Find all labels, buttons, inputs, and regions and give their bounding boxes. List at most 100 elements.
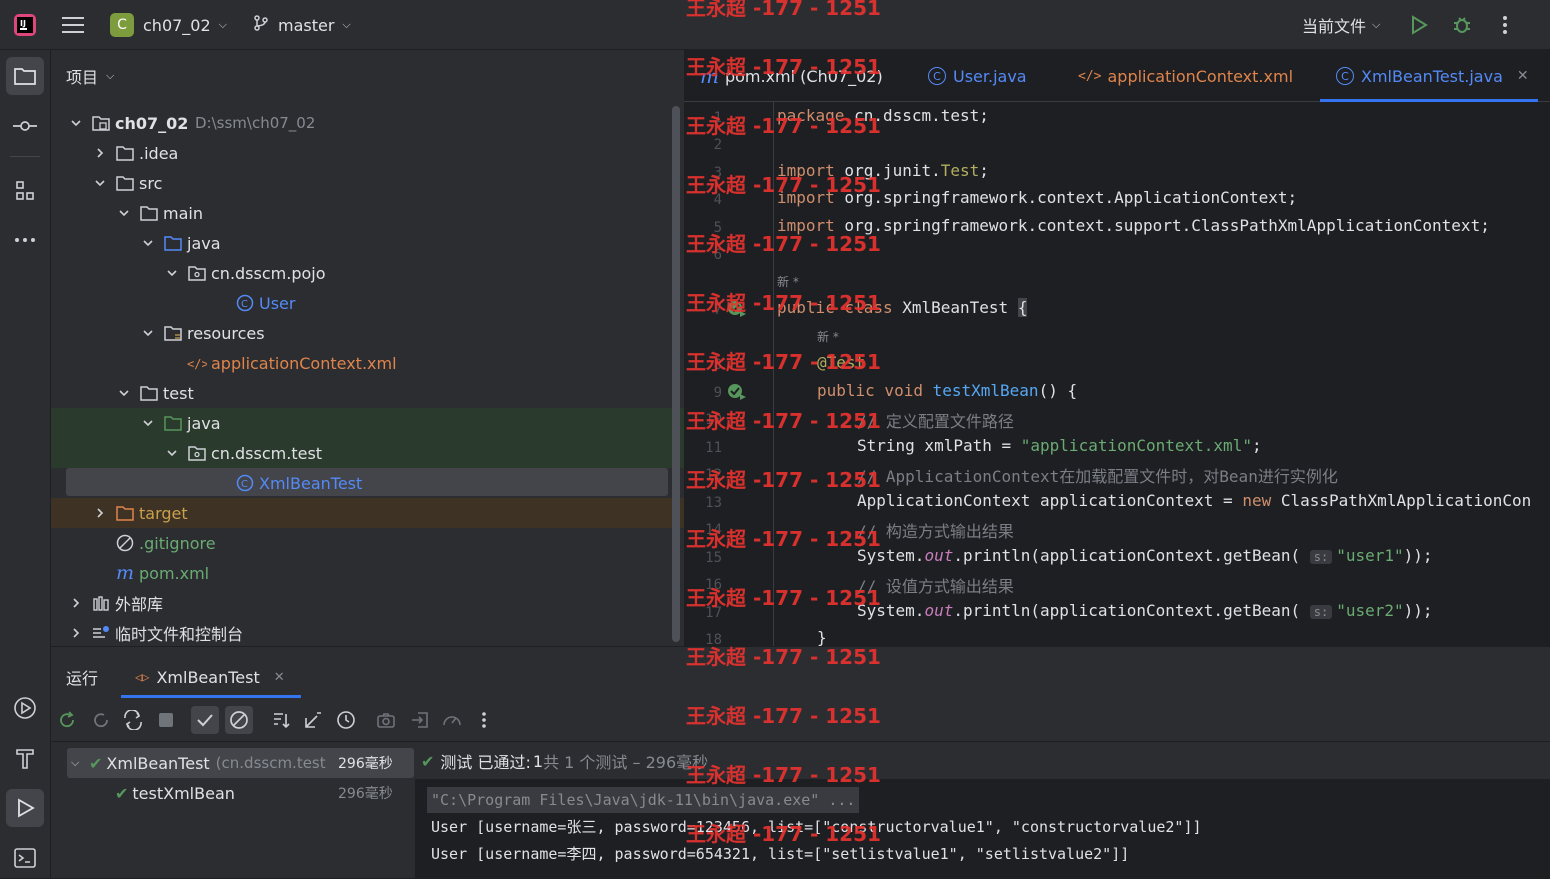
sort-icon[interactable]	[267, 706, 295, 734]
tree-item-applicationcontext-xml[interactable]: </> applicationContext.xml	[51, 348, 684, 378]
chevron-down-icon[interactable]	[69, 116, 83, 130]
project-tool-button[interactable]	[6, 57, 44, 95]
main-menu-icon[interactable]	[62, 0, 86, 50]
line-number[interactable]: 4	[690, 192, 722, 208]
toggle-auto-test-icon[interactable]	[119, 706, 147, 734]
tree-item-java[interactable]: java	[51, 408, 684, 438]
line-number[interactable]: 13	[690, 495, 722, 511]
author-hint[interactable]: 新 *	[777, 273, 799, 290]
tree-item-[interactable]: 临时文件和控制台	[51, 618, 684, 648]
code-line-13[interactable]: ApplicationContext applicationContext = …	[857, 491, 1531, 510]
test-row-testxmlbean[interactable]: ✔ testXmlBean 296毫秒	[115, 778, 414, 808]
close-icon[interactable]: ✕	[274, 670, 285, 685]
services-tool-button[interactable]	[6, 689, 44, 727]
tree-item-cn-dsscm-test[interactable]: cn.dsscm.test	[51, 438, 684, 468]
collapse-icon[interactable]	[299, 706, 327, 734]
tab-xmlbeantest-java[interactable]: C XmlBeanTest.java ✕	[1336, 50, 1529, 102]
code-line-1[interactable]: package cn.dsscm.test;	[777, 106, 989, 125]
code-line-17[interactable]: System.out.println(applicationContext.ge…	[857, 601, 1433, 620]
project-selector[interactable]: C ch07_02 ⌵	[110, 0, 227, 50]
run-icon[interactable]	[1408, 0, 1430, 50]
commit-tool-button[interactable]	[6, 107, 44, 145]
code-line-10[interactable]: // 定义配置文件路径	[857, 408, 1014, 432]
line-number[interactable]: 6	[690, 247, 722, 263]
code-line-8[interactable]: @Test	[817, 353, 865, 372]
run-test-class-icon[interactable]	[727, 300, 747, 322]
tree-item-target[interactable]: target	[51, 498, 684, 528]
stop-icon[interactable]	[152, 706, 180, 734]
line-number[interactable]: 9	[690, 385, 722, 401]
line-number[interactable]: 1	[690, 110, 722, 126]
line-number[interactable]: 18	[690, 632, 722, 646]
line-number[interactable]: 3	[690, 165, 722, 181]
debug-icon[interactable]	[1451, 0, 1473, 50]
chevron-down-icon[interactable]	[141, 326, 155, 340]
rerun-icon[interactable]	[53, 706, 81, 734]
run-test-method-icon[interactable]	[727, 383, 747, 405]
run-tool-button[interactable]	[6, 789, 44, 827]
line-number[interactable]: 16	[690, 577, 722, 593]
tab-applicationcontext-xml[interactable]: </> applicationContext.xml	[1078, 50, 1293, 102]
import-icon[interactable]	[406, 706, 434, 734]
tree-item-java[interactable]: java	[51, 228, 684, 258]
tree-item-src[interactable]: src	[51, 168, 684, 198]
chevron-right-icon[interactable]	[93, 146, 107, 160]
line-number[interactable]: 15	[690, 550, 722, 566]
chevron-down-icon[interactable]	[165, 446, 179, 460]
more-tools-icon[interactable]	[6, 221, 44, 259]
chevron-down-icon[interactable]	[117, 386, 131, 400]
tree-item-[interactable]: 外部库	[51, 588, 684, 618]
camera-icon[interactable]	[372, 706, 400, 734]
structure-tool-button[interactable]	[6, 172, 44, 210]
tree-item-resources[interactable]: resources	[51, 318, 684, 348]
more-actions-icon[interactable]	[1498, 0, 1512, 50]
line-number[interactable]: 12	[690, 467, 722, 483]
code-line-14[interactable]: // 构造方式输出结果	[857, 518, 1014, 542]
code-line-11[interactable]: String xmlPath = "applicationContext.xml…	[857, 436, 1262, 455]
chevron-down-icon[interactable]	[141, 416, 155, 430]
close-icon[interactable]: ✕	[1517, 68, 1529, 84]
chevron-right-icon[interactable]	[69, 596, 83, 610]
code-line-5[interactable]: import org.springframework.context.suppo…	[777, 216, 1490, 235]
line-number[interactable]: 2	[690, 137, 722, 153]
chevron-down-icon[interactable]	[117, 206, 131, 220]
author-hint[interactable]: 新 *	[817, 328, 839, 345]
tree-item-xmlbeantest[interactable]: C XmlBeanTest	[51, 468, 684, 498]
build-tool-button[interactable]	[6, 739, 44, 777]
show-ignored-icon[interactable]	[225, 706, 253, 734]
code-line-9[interactable]: public void testXmlBean() {	[817, 381, 1077, 400]
chevron-down-icon[interactable]	[165, 266, 179, 280]
tree-item-user[interactable]: C User	[51, 288, 684, 318]
more-options-icon[interactable]	[470, 706, 498, 734]
code-line-3[interactable]: import org.junit.Test;	[777, 161, 989, 180]
tree-item-cn-dsscm-pojo[interactable]: cn.dsscm.pojo	[51, 258, 684, 288]
run-config-selector[interactable]: 当前文件 ⌵	[1302, 0, 1380, 50]
history-icon[interactable]	[332, 706, 360, 734]
line-number[interactable]: 14	[690, 522, 722, 538]
tree-item-test[interactable]: test	[51, 378, 684, 408]
code-line-18[interactable]: }	[817, 628, 827, 646]
code-line-4[interactable]: import org.springframework.context.Appli…	[777, 188, 1297, 207]
show-passed-icon[interactable]	[191, 706, 219, 734]
tab-pom-xml[interactable]: m pom.xml (Ch07_02)	[700, 50, 883, 102]
code-line-12[interactable]: // ApplicationContext在加载配置文件时，对Bean进行实例化	[857, 463, 1338, 487]
line-number[interactable]: 7	[690, 302, 722, 318]
code-line-16[interactable]: // 设值方式输出结果	[857, 573, 1014, 597]
run-tab-xmlbeantest[interactable]: ◁▷ XmlBeanTest ✕	[135, 657, 285, 697]
branch-selector[interactable]: master ⌵	[252, 0, 351, 50]
terminal-tool-button[interactable]	[6, 839, 44, 877]
chevron-down-icon[interactable]	[141, 236, 155, 250]
console-output[interactable]: "C:\Program Files\Java\jdk-11\bin\java.e…	[415, 779, 1550, 879]
code-line-7[interactable]: public class XmlBeanTest {	[777, 298, 1028, 317]
rerun-failed-icon[interactable]	[87, 706, 115, 734]
tree-item-idea[interactable]: .idea	[51, 138, 684, 168]
tab-user-java[interactable]: C User.java	[928, 50, 1027, 102]
chevron-right-icon[interactable]	[69, 626, 83, 640]
chevron-down-icon[interactable]	[93, 176, 107, 190]
test-row-xmlbeantest[interactable]: ⌵ ✔ XmlBeanTest (cn.dsscm.test 296毫秒	[67, 748, 414, 778]
chevron-right-icon[interactable]	[93, 506, 107, 520]
code-line-15[interactable]: System.out.println(applicationContext.ge…	[857, 546, 1433, 565]
line-number[interactable]: 17	[690, 605, 722, 621]
tree-item-main[interactable]: main	[51, 198, 684, 228]
gauge-icon[interactable]	[438, 706, 466, 734]
